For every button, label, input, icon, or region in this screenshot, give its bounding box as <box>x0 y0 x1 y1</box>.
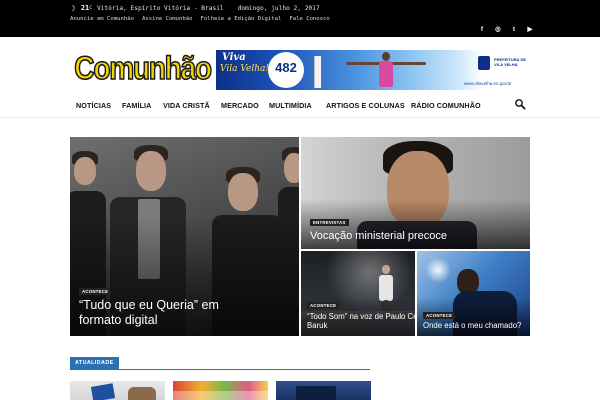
hand-image <box>128 387 156 400</box>
banner-subheadline: Vila Velha! <box>220 64 269 74</box>
banner-site: www.vilavelha.es.gov.br <box>464 81 512 86</box>
nav-item-noticias[interactable]: NOTÍCIAS <box>76 98 111 114</box>
weather-date-row: ☽ 21 C Vitória, Espírito Vitória - Brasi… <box>71 2 320 14</box>
twitter-icon[interactable]: t <box>506 26 522 33</box>
article-title[interactable]: Vocação ministerial precoce <box>310 229 447 243</box>
section-label[interactable]: ATUALIDADE <box>70 357 119 369</box>
site-logo[interactable]: Comunhão <box>74 48 213 88</box>
weather-location: Vitória, Espírito Vitória - Brasil <box>96 4 224 12</box>
light-flare <box>425 257 451 283</box>
city-seal-icon <box>478 56 490 70</box>
hero-main-article[interactable]: ACONTECE “Tudo que eu Queria” em formato… <box>70 137 299 336</box>
temperature: 21 <box>80 4 90 12</box>
category-badge[interactable]: ENTREVISTAS <box>310 219 349 226</box>
nav-item-familia[interactable]: FAMÍLIA <box>122 98 151 114</box>
section-divider <box>70 369 370 370</box>
hero-article-bottom-left[interactable]: ACONTECE “Todo Som” na voz de Paulo Cé..… <box>301 251 415 336</box>
market-shelf-image <box>173 391 268 400</box>
top-bar: ☽ 21 C Vitória, Espírito Vitória - Brasi… <box>0 0 600 37</box>
hero-article-bottom-right[interactable]: ACONTECE Onde está o meu chamado? <box>417 251 530 336</box>
youtube-icon[interactable]: ▶ <box>522 25 538 33</box>
article-thumbnail[interactable] <box>173 381 268 400</box>
article-thumbnail[interactable] <box>70 381 165 400</box>
category-badge[interactable]: ACONTECE <box>307 302 340 309</box>
search-icon[interactable] <box>514 98 526 110</box>
banner-prefeitura: PREFEITURA DE VILA VELHA <box>494 57 527 67</box>
banner-number: 482 <box>275 60 297 75</box>
lighthouse-image <box>314 56 321 88</box>
top-link-anuncie[interactable]: Anuncie em Comunhão <box>70 16 134 22</box>
instagram-icon[interactable]: ◎ <box>490 25 506 33</box>
top-link-assine[interactable]: Assine Comunhão <box>142 16 193 22</box>
device-image <box>296 386 336 400</box>
facebook-icon[interactable]: f <box>474 26 490 33</box>
article-title[interactable]: Onde está o meu chamado? <box>423 321 521 331</box>
top-link-fale-conosco[interactable]: Fale Conosco <box>289 16 329 22</box>
article-thumbnail[interactable] <box>276 381 371 400</box>
hero-article-top-right[interactable]: ENTREVISTAS Vocação ministerial precoce <box>301 137 530 249</box>
top-links: Anuncie em Comunhão Assine Comunhão Folh… <box>70 14 338 24</box>
banner-headline: Viva <box>222 52 246 63</box>
nav-item-multimidia[interactable]: MULTIMÍDIA <box>269 98 312 114</box>
banner-ad[interactable]: Viva Vila Velha! 482 www.vilavelha.es.go… <box>216 50 530 90</box>
article-title-line2[interactable]: formato digital <box>79 313 158 328</box>
nav-divider <box>0 117 600 118</box>
main-nav: NOTÍCIAS FAMÍLIA VIDA CRISTÃ MERCADO MUL… <box>0 96 600 116</box>
social-links: f ◎ t ▶ <box>474 24 538 34</box>
category-badge[interactable]: ACONTECE <box>423 312 456 319</box>
nav-item-mercado[interactable]: MERCADO <box>221 98 259 114</box>
top-link-folheie[interactable]: Folheie a Edição Digital <box>201 16 282 22</box>
logo-text: Comunhão <box>74 49 213 87</box>
moon-icon: ☽ <box>71 3 76 13</box>
article-title-line1[interactable]: “Tudo que eu Queria” em <box>79 298 219 313</box>
current-date: domingo, julho 2, 2017 <box>237 4 320 12</box>
nav-item-artigos-colunas[interactable]: ARTIGOS E COLUNAS <box>326 98 405 114</box>
nav-item-radio-comunhao[interactable]: RÁDIO COMUNHÃO <box>411 98 481 114</box>
book-image <box>90 383 116 400</box>
article-title-line1[interactable]: “Todo Som” na voz de Paulo Cé... <box>307 312 415 321</box>
dancer-image <box>376 52 396 88</box>
article-title-line2[interactable]: Baruk <box>307 321 327 330</box>
nav-item-vida-crista[interactable]: VIDA CRISTÃ <box>163 98 210 114</box>
category-badge[interactable]: ACONTECE <box>79 288 112 295</box>
temperature-unit: C <box>89 5 92 11</box>
